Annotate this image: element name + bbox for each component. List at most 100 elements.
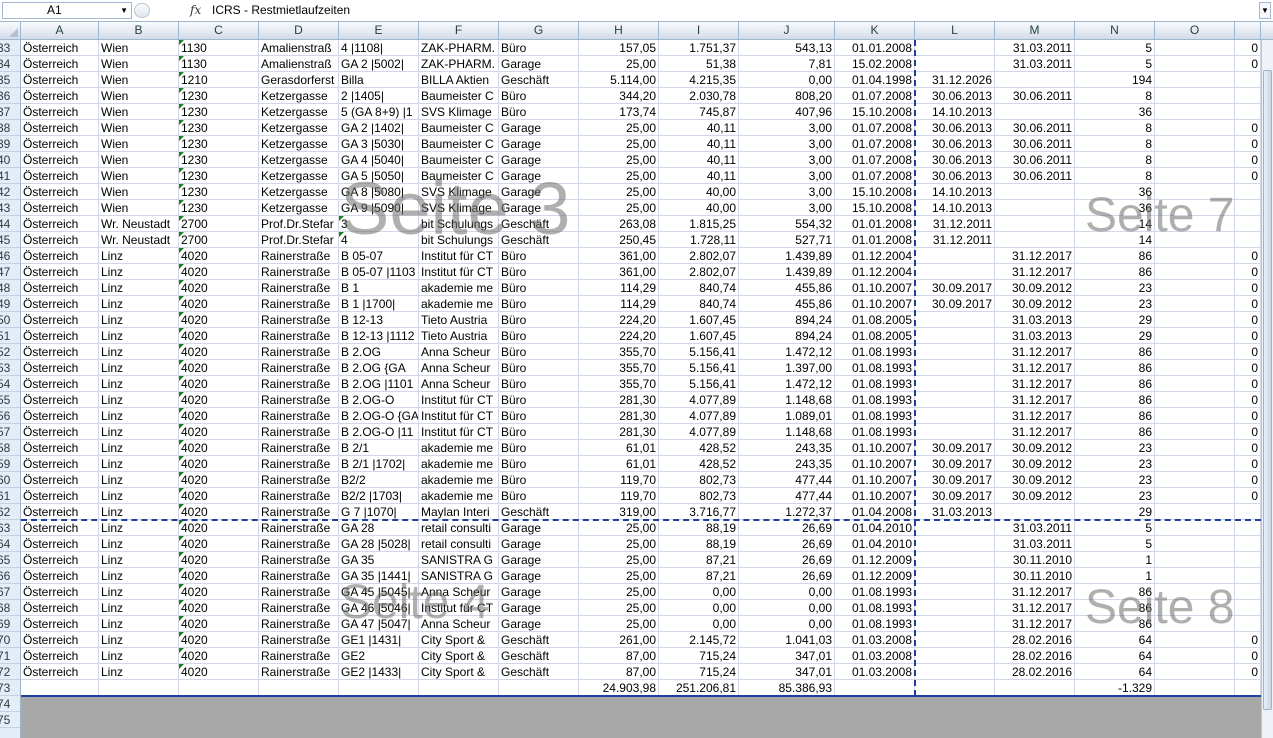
cell-k[interactable]: 01.07.2008	[835, 136, 915, 152]
cell-m[interactable]: 31.12.2017	[995, 248, 1075, 264]
cell-k[interactable]: 01.10.2007	[835, 488, 915, 504]
cell-k[interactable]: 01.04.2010	[835, 520, 915, 536]
cell-b[interactable]: Wien	[99, 152, 179, 168]
cell-i[interactable]: 88,19	[659, 520, 739, 536]
cell-g[interactable]: Büro	[499, 40, 579, 56]
cell-i[interactable]: 40,00	[659, 200, 739, 216]
cell-j[interactable]: 0,00	[739, 600, 835, 616]
cell-b[interactable]: Linz	[99, 664, 179, 680]
row-header[interactable]: 46	[0, 248, 20, 264]
cell-m[interactable]: 31.03.2011	[995, 520, 1075, 536]
cell-p[interactable]	[1235, 72, 1261, 88]
cell-e[interactable]: G 7 |1070|	[339, 504, 419, 520]
row-header[interactable]: 48	[0, 280, 20, 296]
cell-e[interactable]: 2 |1405|	[339, 88, 419, 104]
cell-a[interactable]: Österreich	[21, 504, 99, 520]
cell-a[interactable]: Österreich	[21, 344, 99, 360]
cell-m[interactable]: 31.12.2017	[995, 584, 1075, 600]
cell-k[interactable]: 01.08.1993	[835, 344, 915, 360]
cell-p[interactable]: 0	[1235, 264, 1261, 280]
cell-b[interactable]: Wien	[99, 56, 179, 72]
cell-n[interactable]: 23	[1075, 280, 1155, 296]
row-header[interactable]: 61	[0, 488, 20, 504]
cell-i[interactable]: 802,73	[659, 488, 739, 504]
cell-j[interactable]: 1.272,37	[739, 504, 835, 520]
cell-n[interactable]: 64	[1075, 632, 1155, 648]
cell-j[interactable]: 3,00	[739, 152, 835, 168]
name-box[interactable]: A1 ▼	[2, 2, 132, 19]
cell-f[interactable]: retail consulti	[419, 536, 499, 552]
cell-p[interactable]	[1235, 200, 1261, 216]
cell-n[interactable]: 23	[1075, 488, 1155, 504]
cell-e[interactable]: B 12-13 |1112	[339, 328, 419, 344]
row-header[interactable]: 34	[0, 56, 20, 72]
cell-g[interactable]: Büro	[499, 488, 579, 504]
cell-f[interactable]: akademie me	[419, 472, 499, 488]
cell-j[interactable]: 455,86	[739, 296, 835, 312]
cell-f[interactable]: ZAK-PHARM.	[419, 40, 499, 56]
cell-b[interactable]: Linz	[99, 360, 179, 376]
cell-e[interactable]: B 05-07 |1103	[339, 264, 419, 280]
cell-h[interactable]: 25,00	[579, 152, 659, 168]
cell-i[interactable]: 1.815,25	[659, 216, 739, 232]
cell-b[interactable]: Linz	[99, 584, 179, 600]
cell-a[interactable]: Österreich	[21, 296, 99, 312]
cell-b[interactable]: Wien	[99, 88, 179, 104]
cell-g[interactable]: Büro	[499, 328, 579, 344]
cell-c[interactable]: 2700	[179, 216, 259, 232]
cell-e[interactable]: GA 46 |5046|	[339, 600, 419, 616]
cell-c[interactable]: 4020	[179, 440, 259, 456]
cell-c[interactable]	[179, 680, 259, 696]
cell-o[interactable]	[1155, 616, 1235, 632]
cell-g[interactable]	[499, 680, 579, 696]
cell-o[interactable]	[1155, 504, 1235, 520]
fx-icon[interactable]: fx	[190, 2, 206, 19]
cell-l[interactable]	[915, 616, 995, 632]
cell-k[interactable]: 15.10.2008	[835, 104, 915, 120]
cell-j[interactable]: 7,81	[739, 56, 835, 72]
cell-p[interactable]: 0	[1235, 136, 1261, 152]
cell-l[interactable]	[915, 312, 995, 328]
cell-k[interactable]: 01.12.2009	[835, 552, 915, 568]
cell-p[interactable]	[1235, 680, 1261, 696]
cell-n[interactable]: 8	[1075, 168, 1155, 184]
cell-c[interactable]: 4020	[179, 632, 259, 648]
cell-k[interactable]: 01.07.2008	[835, 120, 915, 136]
cell-o[interactable]	[1155, 472, 1235, 488]
row-header[interactable]: 37	[0, 104, 20, 120]
cell-m[interactable]: 31.12.2017	[995, 424, 1075, 440]
cell-o[interactable]	[1155, 568, 1235, 584]
cell-n[interactable]: 86	[1075, 376, 1155, 392]
cell-n[interactable]: 36	[1075, 184, 1155, 200]
cell-c[interactable]: 4020	[179, 664, 259, 680]
row-header[interactable]: 60	[0, 472, 20, 488]
cell-c[interactable]: 4020	[179, 344, 259, 360]
cell-k[interactable]: 01.08.2005	[835, 328, 915, 344]
cell-m[interactable]: 31.03.2013	[995, 328, 1075, 344]
cell-i[interactable]: 1.751,37	[659, 40, 739, 56]
cell-m[interactable]: 31.03.2011	[995, 536, 1075, 552]
cell-j[interactable]: 3,00	[739, 200, 835, 216]
cell-p[interactable]: 0	[1235, 152, 1261, 168]
cell-i[interactable]: 4.077,89	[659, 424, 739, 440]
row-header[interactable]: 40	[0, 152, 20, 168]
cell-m[interactable]: 28.02.2016	[995, 632, 1075, 648]
cell-j[interactable]: 543,13	[739, 40, 835, 56]
cell-i[interactable]: 4.215,35	[659, 72, 739, 88]
cell-o[interactable]	[1155, 280, 1235, 296]
cell-c[interactable]: 4020	[179, 264, 259, 280]
cell-p[interactable]: 0	[1235, 664, 1261, 680]
cell-f[interactable]: Anna Scheur	[419, 344, 499, 360]
cell-g[interactable]: Büro	[499, 440, 579, 456]
cell-o[interactable]	[1155, 296, 1235, 312]
column-header-g[interactable]: G	[499, 22, 579, 39]
row-header[interactable]: 36	[0, 88, 20, 104]
cell-o[interactable]	[1155, 376, 1235, 392]
cell-j[interactable]: 1.439,89	[739, 264, 835, 280]
cell-l[interactable]: 14.10.2013	[915, 184, 995, 200]
cell-p[interactable]: 0	[1235, 440, 1261, 456]
cell-c[interactable]: 1230	[179, 136, 259, 152]
row-header[interactable]: 52	[0, 344, 20, 360]
cell-h[interactable]: 224,20	[579, 328, 659, 344]
cell-c[interactable]: 4020	[179, 536, 259, 552]
